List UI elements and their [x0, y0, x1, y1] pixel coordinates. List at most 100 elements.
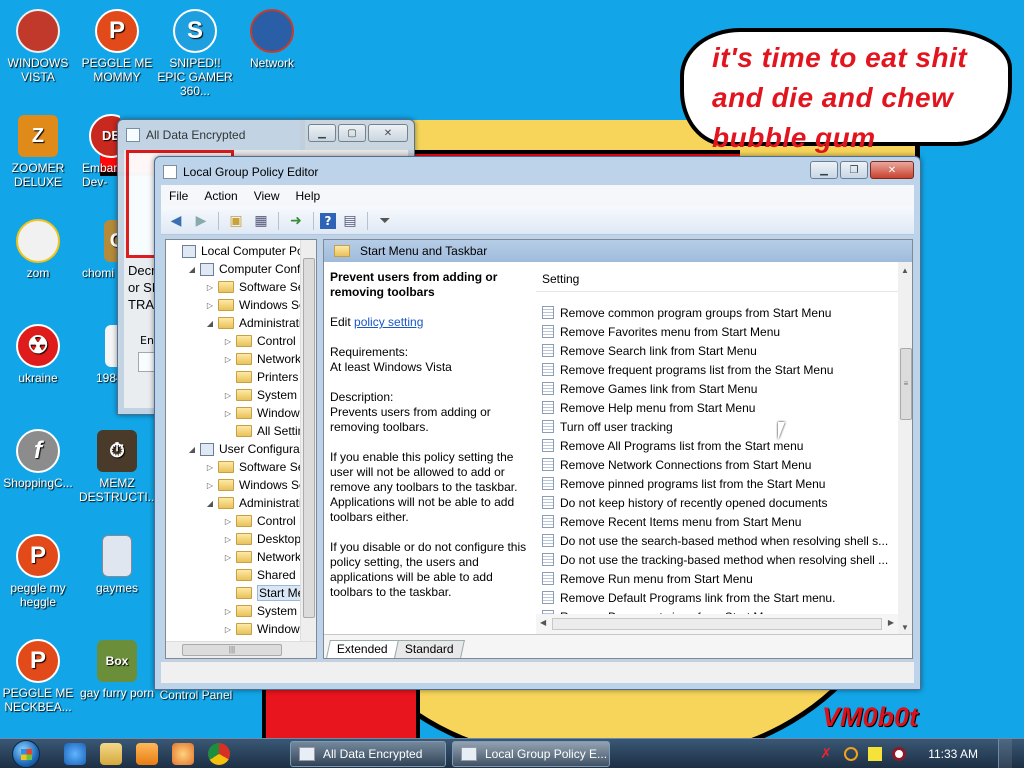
expand-arrow-icon[interactable]: ▷ [222, 337, 234, 346]
volume-tray-icon[interactable] [892, 747, 907, 761]
policy-setting-row[interactable]: Remove Recent Items menu from Start Menu [536, 512, 898, 531]
taskbar-item-group-policy-editor[interactable]: Local Group Policy E... [452, 741, 610, 767]
desktop-icon-gay-furry-porn[interactable]: Box gay furry porn [79, 638, 155, 700]
policy-setting-row[interactable]: Remove Games link from Start Menu [536, 379, 898, 398]
gpe-titlebar[interactable]: Local Group Policy Editor [155, 157, 920, 187]
desktop-icon-1984[interactable]: 1984 [76, 323, 120, 385]
expand-arrow-icon[interactable]: ▷ [222, 553, 234, 562]
collapse-arrow-icon[interactable]: ◢ [204, 319, 216, 328]
tree-node[interactable]: ▷ Software Setti [204, 458, 314, 476]
taskbar-clock[interactable]: 11:33 AM [928, 747, 978, 761]
tree-node[interactable]: ▷ System [222, 386, 297, 404]
policy-setting-row[interactable]: Remove pinned programs list from the Sta… [536, 474, 898, 493]
column-header-setting[interactable]: Setting [536, 262, 898, 292]
internet-explorer-icon[interactable] [64, 743, 86, 765]
menu-action[interactable]: Action [196, 189, 245, 203]
chrome-icon[interactable] [208, 743, 230, 765]
policy-setting-row[interactable]: Remove All Programs list from the Start … [536, 436, 898, 455]
tree-node[interactable]: ▷ Network [222, 350, 301, 368]
policy-setting-row[interactable]: Remove common program groups from Start … [536, 303, 898, 322]
tree-node[interactable]: Local Computer Polic [168, 242, 315, 260]
tree-vertical-scrollbar[interactable] [300, 240, 316, 642]
properties-icon[interactable]: ▤ [339, 211, 361, 231]
up-folder-icon[interactable]: ▣ [225, 211, 247, 231]
policy-setting-row[interactable]: Do not use the tracking-based method whe… [536, 550, 898, 569]
file-explorer-icon[interactable] [100, 743, 122, 765]
expand-arrow-icon[interactable]: ▷ [222, 535, 234, 544]
desktop-icon-ukraine[interactable]: ☢ ukraine [0, 323, 76, 385]
expand-arrow-icon[interactable]: ▷ [222, 607, 234, 616]
policy-setting-row[interactable]: Remove Run menu from Start Menu [536, 569, 898, 588]
search-tray-icon[interactable] [844, 747, 859, 761]
minimize-button[interactable]: ▁ [810, 161, 838, 179]
help-icon[interactable]: ? [320, 212, 336, 229]
tree-node[interactable]: ▷ Network [222, 548, 301, 566]
export-list-icon[interactable]: ➜ [285, 211, 307, 231]
tree-scroll-thumb[interactable] [303, 258, 315, 618]
desktop-icon-peggle-me-neckbea[interactable]: P PEGGLE ME NECKBEA... [0, 638, 76, 714]
expand-arrow-icon[interactable]: ▷ [222, 517, 234, 526]
tab-standard[interactable]: Standard [393, 640, 465, 658]
action-center-icon[interactable]: ✗ [820, 747, 834, 761]
tree-node[interactable]: ◢ Administrative [204, 314, 314, 332]
policy-setting-row[interactable]: Do not use the search-based method when … [536, 531, 898, 550]
expand-arrow-icon[interactable]: ▷ [222, 391, 234, 400]
media-player-icon[interactable] [136, 743, 158, 765]
tree-horizontal-scrollbar[interactable]: ||| [166, 641, 316, 658]
desktop-icon-shoppingc[interactable]: f ShoppingC... [0, 428, 76, 490]
desktop-icon-network[interactable]: Network [234, 8, 310, 70]
tree-node[interactable]: ▷ Windows Sett [204, 476, 312, 494]
expand-arrow-icon[interactable]: ▷ [204, 463, 216, 472]
desktop-icon-zoomer-deluxe[interactable]: Z ZOOMER DELUXE [0, 113, 76, 189]
settings-hscroll-thumb[interactable] [552, 618, 882, 630]
tree-node[interactable]: ▷ System [222, 602, 297, 620]
menu-file[interactable]: File [161, 189, 196, 203]
desktop-icon-gaymes[interactable]: gaymes [79, 533, 155, 595]
policy-setting-row[interactable]: Remove Network Connections from Start Me… [536, 455, 898, 474]
tree-node[interactable]: ▷ Desktop [222, 530, 301, 548]
menu-view[interactable]: View [246, 189, 288, 203]
forward-arrow-icon[interactable]: ▶ [190, 211, 212, 231]
back-arrow-icon[interactable]: ◀ [165, 211, 187, 231]
expand-arrow-icon[interactable]: ▷ [222, 625, 234, 634]
collapse-arrow-icon[interactable]: ◢ [204, 499, 216, 508]
menu-help[interactable]: Help [288, 189, 329, 203]
expand-arrow-icon[interactable]: ▷ [204, 301, 216, 310]
tree-node[interactable]: ◢ Administrative [204, 494, 314, 512]
desktop-icon-control-panel[interactable]: Control Panel [157, 688, 235, 702]
desktop-icon-peggle-me-mommy[interactable]: P PEGGLE ME MOMMY [79, 8, 155, 84]
tree-node[interactable]: Printers [222, 368, 298, 386]
start-button[interactable] [6, 739, 46, 768]
restore-button[interactable]: ❐ [840, 161, 868, 179]
desktop-icon-peggle-my-heggle[interactable]: P peggle my heggle [0, 533, 76, 609]
notes-tray-icon[interactable] [868, 747, 883, 761]
desktop-icon-memz[interactable]: ⏱ MEMZ DESTRUCTI... [79, 428, 158, 504]
taskbar-item-all-data-encrypted[interactable]: All Data Encrypted [290, 741, 446, 767]
desktop-icon-zom[interactable]: zom [0, 218, 76, 280]
tree-node[interactable]: ▷ Software Setti [204, 278, 314, 296]
policy-setting-row[interactable]: Remove Default Programs link from the St… [536, 588, 898, 607]
close-button[interactable]: ✕ [870, 161, 914, 179]
expand-arrow-icon[interactable]: ▷ [204, 283, 216, 292]
desktop-icon-sniped[interactable]: S SNIPED!! EPIC GAMER 360... [157, 8, 233, 98]
settings-scroll-thumb[interactable]: ≡ [900, 348, 912, 420]
filter-icon[interactable]: ⏷ [374, 211, 396, 231]
expand-arrow-icon[interactable]: ▷ [222, 409, 234, 418]
desktop-icon-windows-vista[interactable]: WINDOWS VISTA [0, 8, 76, 84]
tree-hscroll-thumb[interactable]: ||| [182, 644, 282, 656]
edit-policy-link[interactable]: policy setting [354, 315, 423, 329]
policy-setting-row[interactable]: Remove Favorites menu from Start Menu [536, 322, 898, 341]
scroll-left-arrow-icon[interactable]: ◀ [540, 618, 546, 627]
scroll-up-arrow-icon[interactable]: ▲ [901, 266, 909, 275]
desktop-icon-chomi[interactable]: C chomi [76, 218, 120, 280]
expand-arrow-icon[interactable]: ▷ [222, 355, 234, 364]
scroll-right-arrow-icon[interactable]: ▶ [888, 618, 894, 627]
policy-setting-row[interactable]: Do not keep history of recently opened d… [536, 493, 898, 512]
scroll-down-arrow-icon[interactable]: ▼ [901, 623, 909, 632]
policy-setting-row[interactable]: Remove Help menu from Start Menu [536, 398, 898, 417]
expand-arrow-icon[interactable]: ▷ [204, 481, 216, 490]
app-launcher-icon[interactable] [172, 743, 194, 765]
tree-node[interactable]: ◢ Computer Config [186, 260, 310, 278]
tree-node[interactable]: ◢ User Configuratio [186, 440, 312, 458]
tab-extended[interactable]: Extended [326, 640, 399, 658]
